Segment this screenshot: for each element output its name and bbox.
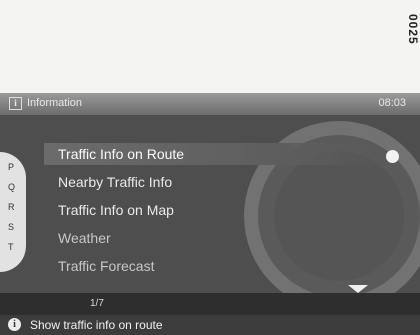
header-bar: i Information 08:03 [0, 93, 420, 115]
scroll-down-arrow-icon[interactable] [348, 285, 368, 293]
index-letter[interactable]: Q [8, 182, 15, 192]
nav-screen: i Information 08:03 P Q R S T Traffic In… [0, 93, 420, 335]
info-circle-icon: i [8, 318, 21, 331]
screen-title: Information [27, 97, 83, 109]
menu-item-weather[interactable]: Weather [58, 227, 111, 249]
index-letter[interactable]: R [8, 202, 15, 212]
page-code: 0025 [406, 14, 420, 45]
menu-item-traffic-info-on-map[interactable]: Traffic Info on Map [58, 199, 174, 221]
status-bar: i Show traffic info on route [0, 315, 420, 335]
menu-item-traffic-info-on-route[interactable]: Traffic Info on Route [44, 143, 388, 165]
index-letter[interactable]: T [8, 242, 14, 252]
menu-item-nearby-traffic-info[interactable]: Nearby Traffic Info [58, 171, 172, 193]
scroll-dial-center [274, 151, 404, 281]
menu-item-traffic-forecast[interactable]: Traffic Forecast [58, 255, 154, 277]
index-letter[interactable]: P [8, 162, 14, 172]
menu-area: P Q R S T Traffic Info on Route Nearby T… [0, 115, 420, 311]
info-box-icon: i [9, 97, 22, 110]
pager-bar: 1/7 [0, 293, 420, 315]
status-text: Show traffic info on route [30, 318, 163, 332]
alphabet-index[interactable]: P Q R S T [0, 152, 26, 272]
clock: 08:03 [378, 97, 406, 109]
index-letter[interactable]: S [8, 222, 14, 232]
page-indicator: 1/7 [90, 298, 104, 309]
